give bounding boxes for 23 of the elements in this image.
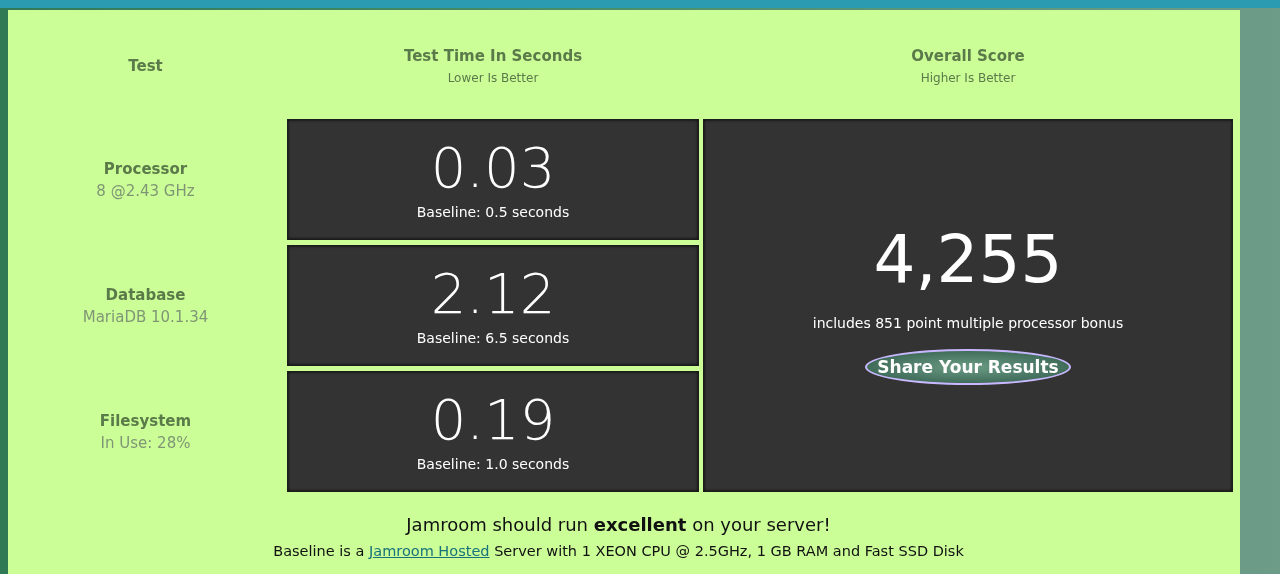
column-subheading: Lower Is Better xyxy=(447,71,539,85)
test-name: Processor xyxy=(103,159,188,178)
baseline-note: Baseline is a Jamroom Hosted Server with 1 XEON CPU @ 2.5GHz, 1 GB RAM and Fast SSD Disk xyxy=(273,543,964,559)
column-heading: Overall Score xyxy=(911,47,1025,65)
jamroom-hosted-link[interactable]: Jamroom Hosted xyxy=(368,543,490,559)
test-detail: 8 @2.43 GHz xyxy=(96,181,195,200)
baseline-text: Baseline: 0.5 seconds xyxy=(416,203,570,220)
verdict-text: Jamroom should run excellent on your server! xyxy=(406,514,831,535)
test-detail: In Use: 28% xyxy=(100,433,191,452)
baseline-text: Baseline: 1.0 seconds xyxy=(416,455,570,472)
column-heading: Test xyxy=(128,57,163,75)
score-note: includes 851 point multiple processor bonus xyxy=(812,314,1124,331)
test-name: Filesystem xyxy=(99,411,192,430)
column-subheading: Higher Is Better xyxy=(920,71,1016,85)
column-heading: Test Time In Seconds xyxy=(403,47,583,65)
test-name: Database xyxy=(105,285,186,304)
baseline-text: Baseline: 6.5 seconds xyxy=(416,329,570,346)
test-time: 0.19 xyxy=(430,391,556,448)
test-detail: MariaDB 10.1.34 xyxy=(82,307,209,326)
overall-score: 4,255 xyxy=(873,226,1063,293)
share-results-button[interactable]: Share Your Results xyxy=(865,348,1071,385)
test-time: 0.03 xyxy=(430,139,556,196)
test-time: 2.12 xyxy=(430,265,556,322)
